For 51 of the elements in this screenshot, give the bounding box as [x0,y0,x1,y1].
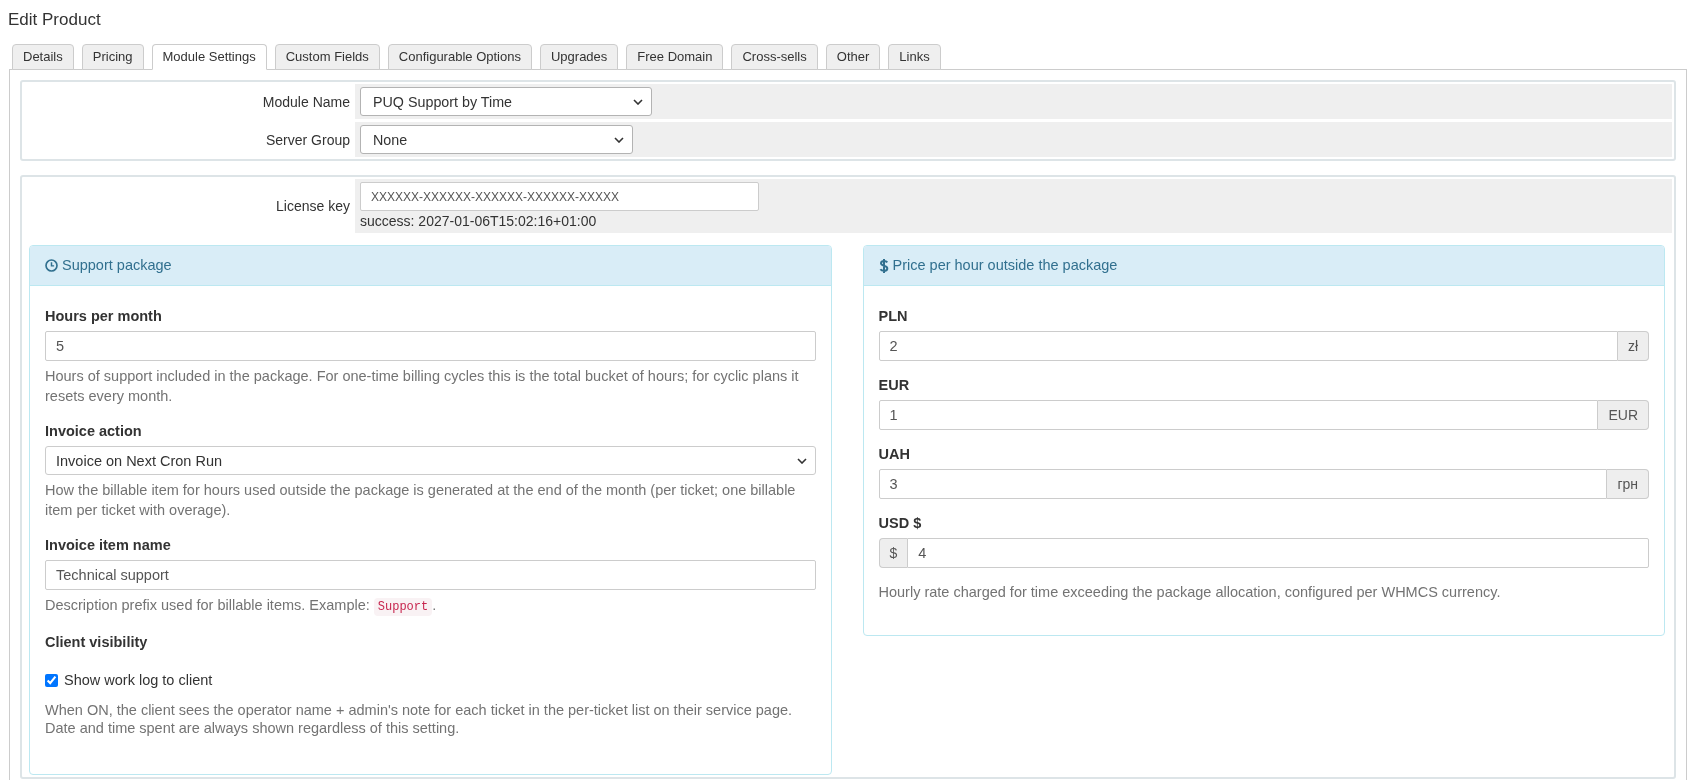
text-field[interactable]: 3 [878,469,1608,499]
tab[interactable]: Other [825,44,881,70]
text-field[interactable]: Technical support [45,560,816,590]
field-label: Server Group [265,131,350,148]
chevron-down-icon [796,457,807,464]
dropdown[interactable]: None [360,125,633,154]
checkbox-label[interactable]: Show work log to client [64,670,213,690]
currency-suffix: грн [1607,469,1649,499]
currency-prefix: $ [878,538,908,568]
checkbox[interactable] [45,673,58,687]
text-field[interactable]: 1 [878,400,1599,430]
field-label: PLN [878,307,908,326]
tab[interactable]: Custom Fields [274,44,380,70]
tab[interactable]: Configurable Options [387,44,532,70]
help-text: When ON, the client sees the operator name + admin's note for each ticket in the per-ticket list on their service page. Date and time spent are always shown regardless of this setting. [45,701,794,737]
tab[interactable]: Cross-sells [731,44,818,70]
clock-icon [45,259,58,272]
text-field[interactable]: 2 [878,331,1618,361]
help-text: Hourly rate charged for time exceeding the package allocation, configured per WHMCS currency. [878,583,1502,602]
field-label: Invoice action [45,422,142,441]
tab[interactable]: Free Domain [626,44,724,70]
field-label: EUR [878,376,910,395]
text-field[interactable]: 5 [45,331,816,361]
field-label: Hours per month [45,307,162,326]
field-label: USD $ [878,514,922,533]
chevron-down-icon [614,136,624,143]
help-text: Hours of support included in the package. For one-time billing cycles this is the total bucket of hours; for cyclic plans it resets every month. [45,367,800,406]
currency-suffix: EUR [1598,400,1649,430]
dropdown[interactable]: PUQ Support by Time [360,87,652,116]
panel-title: Support package [62,256,172,275]
dropdown[interactable]: Invoice on Next Cron Run [45,446,816,475]
help-text: Description prefix used for billable items. Example: Support . [45,596,438,617]
field-label: Client visibility [45,633,148,652]
dollar-icon [878,257,889,274]
field-label: License key [276,198,350,214]
page-title: Edit Product [8,9,101,31]
tab[interactable]: Module Settings [151,44,267,70]
tab[interactable]: Upgrades [539,44,619,70]
help-text: How the billable item for hours used outside the package is generated at the end of the month (per ticket; one billable item per ticket with overage). [45,481,797,520]
field-label: Module Name [262,93,350,110]
currency-suffix: zł [1617,331,1649,361]
text-field[interactable]: XXXXXX-XXXXXX-XXXXXX-XXXXXX-XXXXX [360,182,759,211]
field-label: Invoice item name [45,536,171,555]
text-field[interactable]: 4 [907,538,1649,568]
field-label: UAH [878,445,910,464]
status-text: success: 2027-01-06T15:02:16+01:00 [360,212,597,231]
tab[interactable]: Pricing [81,44,144,70]
tab[interactable]: Links [888,44,941,70]
chevron-down-icon [633,98,643,105]
panel-title: Price per hour outside the package [892,256,1118,275]
tab[interactable]: Details [12,44,74,70]
